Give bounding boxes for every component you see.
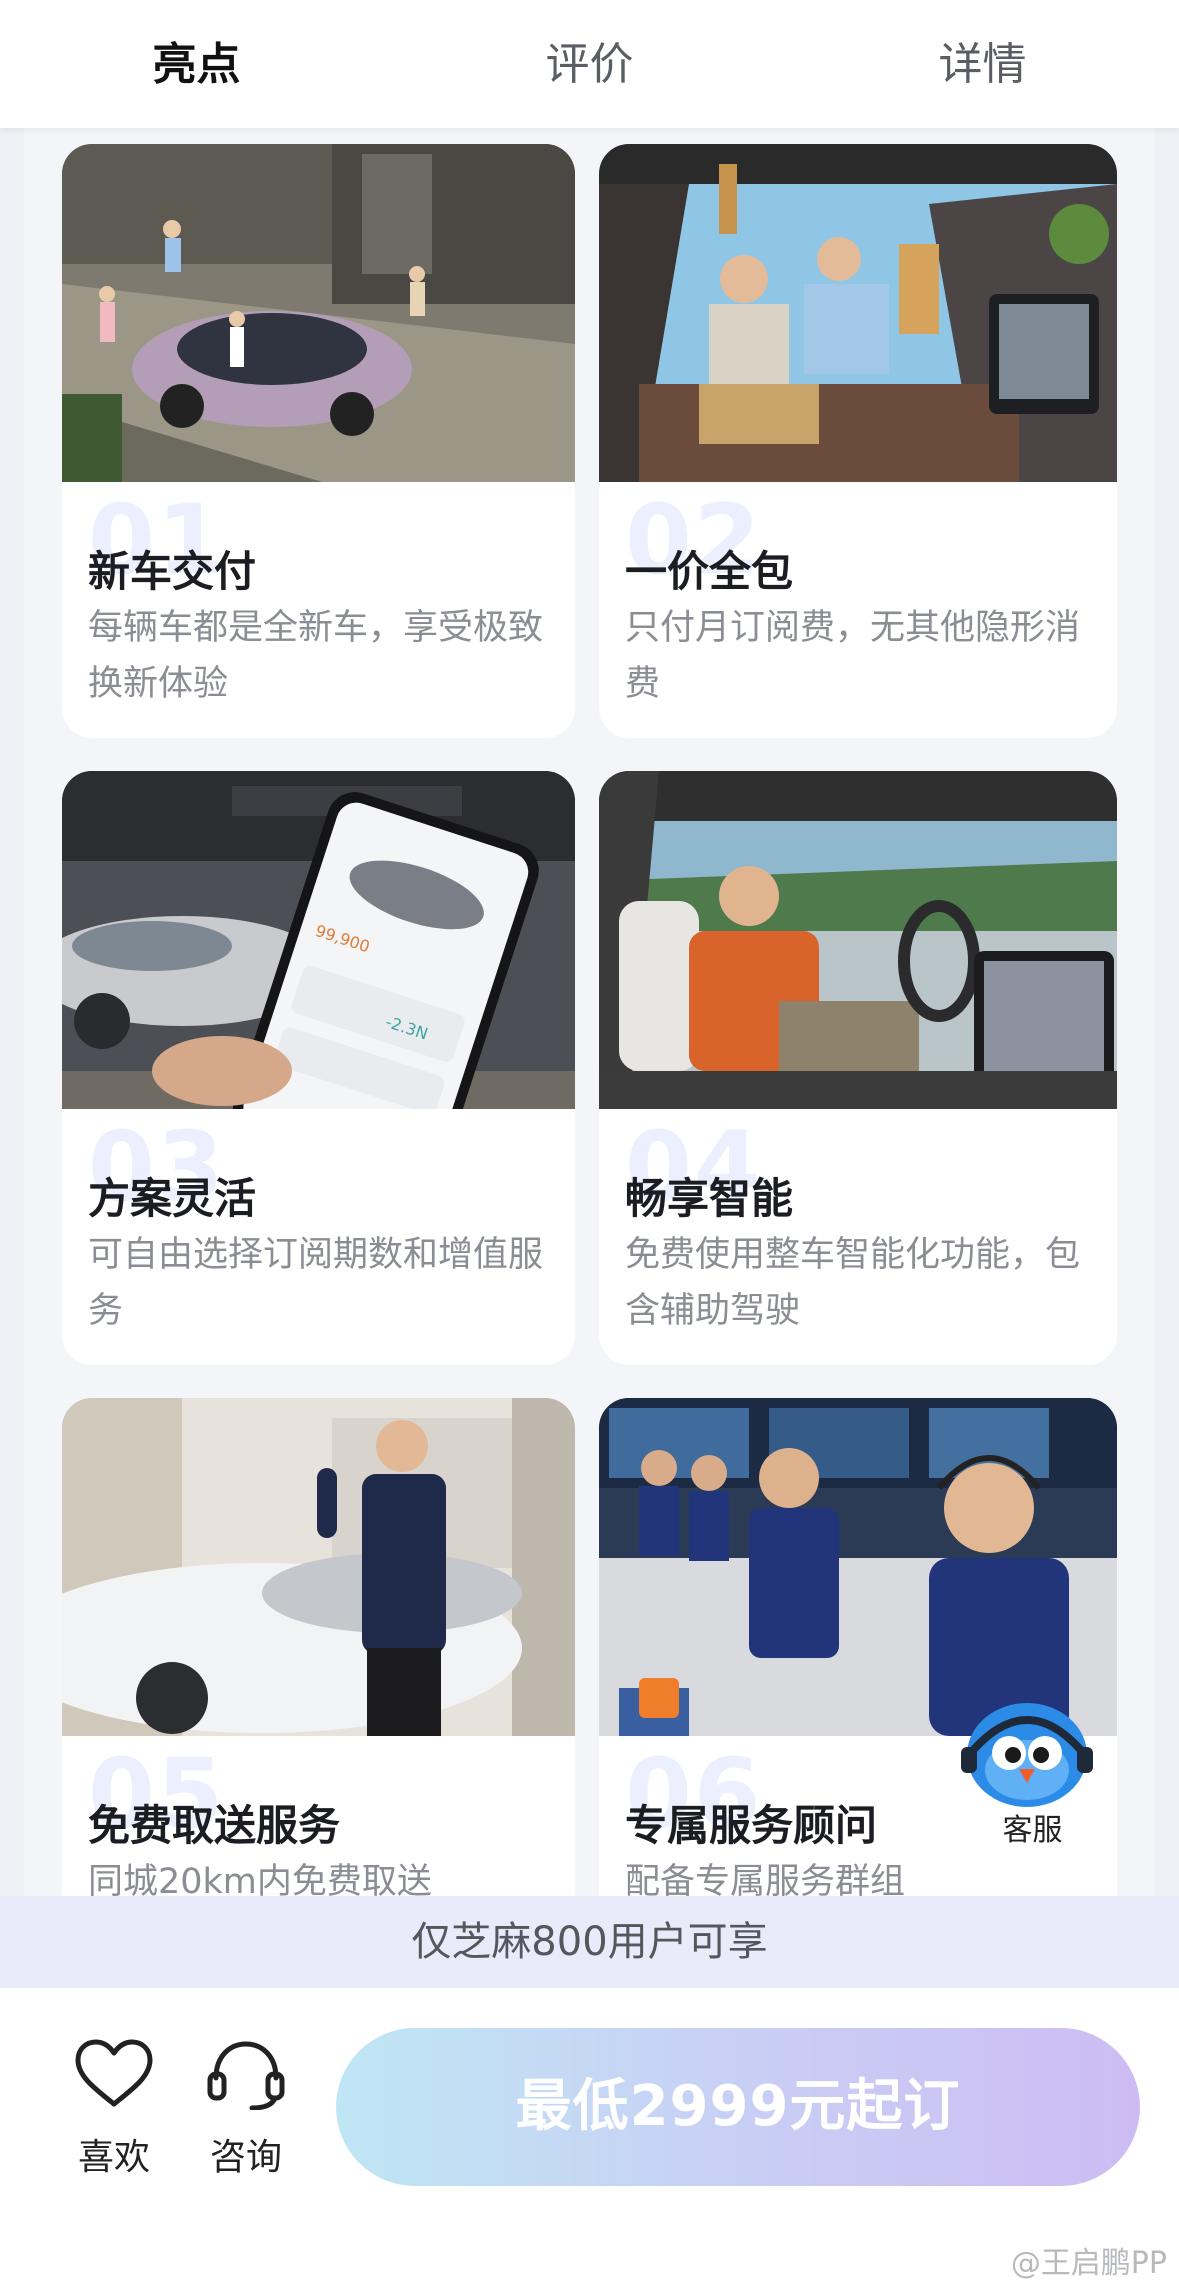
watermark-text: @王启鹏PP <box>1010 2246 1167 2281</box>
consult-button[interactable]: 咨询 <box>186 2038 306 2180</box>
bottom-action-bar: 喜欢 咨询 最低2999元起订 <box>0 1988 1179 2287</box>
customer-service-label: 客服 <box>1002 1813 1063 1848</box>
card-title: 一价全包 <box>625 547 794 596</box>
new-car-delivery-photo <box>62 144 575 482</box>
card-description: 同城20km内免费取送 <box>88 1862 432 1896</box>
tab-details[interactable]: 详情 <box>786 28 1179 100</box>
highlight-card-smart-driving[interactable]: 04 畅享智能 免费使用整车智能化功能，包含辅助驾驶 <box>599 771 1117 1365</box>
card-title: 畅享智能 <box>625 1174 794 1223</box>
driver-cockpit-photo <box>599 771 1117 1109</box>
tab-highlights[interactable]: 亮点 <box>0 28 393 100</box>
card-description: 可自由选择订阅期数和增值服务 <box>88 1235 544 1331</box>
like-button[interactable]: 喜欢 <box>54 2038 174 2180</box>
card-description: 配备专属服务群组 <box>625 1862 906 1896</box>
consult-label: 咨询 <box>209 2137 282 2178</box>
phone-app-photo: 99,900 -2.3N <box>62 771 575 1109</box>
card-title: 方案灵活 <box>88 1174 257 1223</box>
eligibility-notice: 仅芝麻800用户可享 <box>0 1896 1179 1988</box>
highlight-card-all-inclusive[interactable]: 02 一价全包 只付月订阅费，无其他隐形消费 <box>599 144 1117 738</box>
highlights-grid: 01 新车交付 每辆车都是全新车，享受极致换新体验 02 一价全包 只付月订阅费… <box>24 128 1155 1896</box>
highlight-card-new-car[interactable]: 01 新车交付 每辆车都是全新车，享受极致换新体验 <box>62 144 575 738</box>
card-title: 免费取送服务 <box>88 1801 341 1850</box>
card-title: 专属服务顾问 <box>625 1801 878 1850</box>
card-description: 只付月订阅费，无其他隐形消费 <box>625 608 1081 704</box>
tab-reviews[interactable]: 评价 <box>393 28 786 100</box>
card-title: 新车交付 <box>88 547 257 596</box>
card-description: 免费使用整车智能化功能，包含辅助驾驶 <box>625 1235 1081 1331</box>
delivery-staff-photo <box>62 1398 575 1736</box>
customer-service-button[interactable]: 客服 <box>945 1685 1120 1860</box>
heart-icon <box>75 2039 153 2107</box>
highlight-card-free-delivery[interactable]: 05 免费取送服务 同城20km内免费取送 <box>62 1398 575 1896</box>
tab-bar: 亮点 评价 详情 <box>0 0 1179 128</box>
panoramic-roof-photo <box>599 144 1117 482</box>
subscribe-cta-button[interactable]: 最低2999元起订 <box>336 2028 1140 2186</box>
card-description: 每辆车都是全新车，享受极致换新体验 <box>88 608 544 704</box>
like-label: 喜欢 <box>77 2137 150 2178</box>
headset-icon <box>207 2041 285 2110</box>
highlight-card-flexible-plans[interactable]: 99,900 -2.3N 03 方案灵活 可自由选择订阅期数和增值服务 <box>62 771 575 1365</box>
